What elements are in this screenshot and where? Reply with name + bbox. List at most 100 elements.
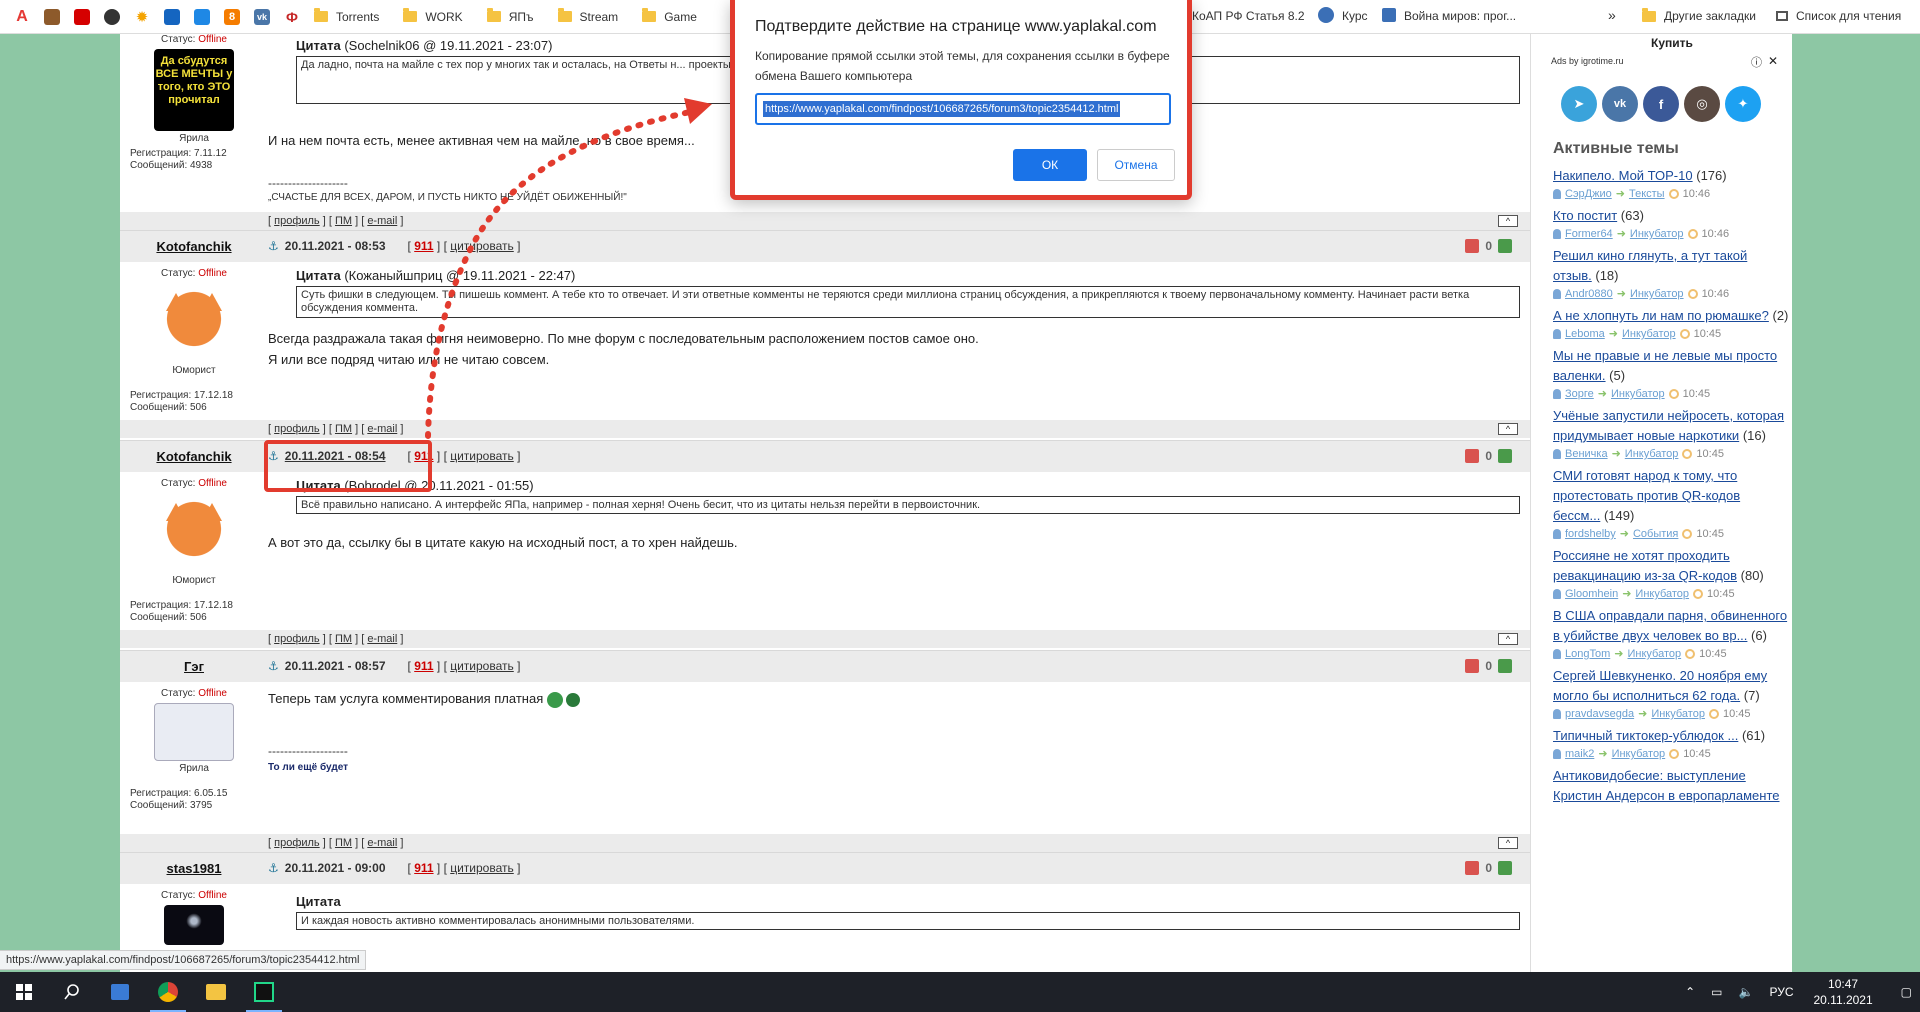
language-indicator[interactable]: РУС [1769,985,1793,999]
profile-link[interactable]: профиль [274,633,320,645]
topic-link[interactable]: Сергей Шевкуненко. 20 ноября ему могло б… [1553,668,1767,703]
topic-user[interactable]: Leboma [1565,326,1605,342]
network-icon[interactable]: ▭ [1711,985,1722,999]
bookmark-folder-game[interactable]: Game [642,8,697,24]
other-bookmarks[interactable]: Другие закладки [1642,7,1756,23]
search-icon[interactable] [48,972,96,1012]
scroll-top-button[interactable]: ^ [1498,215,1518,227]
topic-link[interactable]: Решил кино глянуть, а тут такой отзыв. [1553,248,1747,283]
chrome-icon[interactable] [144,972,192,1012]
topic-user[interactable]: Andr0880 [1565,286,1613,302]
topic-category[interactable]: Инкубатор [1635,586,1689,602]
post-number[interactable]: 911 [414,659,433,673]
topic-category[interactable]: Инкубатор [1630,286,1684,302]
topic-link[interactable]: Кто постит [1553,208,1617,223]
bookmark-course[interactable]: Курс [1342,9,1368,23]
anchor-icon[interactable]: ⚓ [268,239,279,253]
quote-link[interactable]: цитировать [450,861,514,875]
pm-link[interactable]: ПМ [335,215,352,227]
post-date[interactable]: 20.11.2021 - 09:00 [285,861,386,875]
topic-category[interactable]: События [1633,526,1678,542]
topic-user[interactable]: Веничка [1565,446,1608,462]
quote-link[interactable]: цитировать [450,449,514,463]
bookmark-folder-torrents[interactable]: Torrents [314,8,379,24]
rate-up-icon[interactable] [1498,449,1512,463]
quote-link[interactable]: цитировать [450,239,514,253]
topic-link[interactable]: А не хлопнуть ли нам по рюмашке? [1553,308,1769,323]
topic-user[interactable]: fordshelby [1565,526,1616,542]
topic-link[interactable]: СМИ готовят народ к тому, что протестова… [1553,468,1740,523]
more-bookmarks-button[interactable]: » [1608,7,1616,23]
topic-user[interactable]: pravdavsegda [1565,706,1634,722]
vk-icon[interactable]: vk [254,8,270,25]
quote-link[interactable]: цитировать [450,659,514,673]
bookmark-icon-3[interactable] [74,8,90,25]
topic-link[interactable]: Мы не правые и не левые мы просто валенк… [1553,348,1777,383]
chevron-up-icon[interactable]: ⌃ [1685,985,1695,999]
topic-category[interactable]: Инкубатор [1625,446,1679,462]
topic-category[interactable]: Инкубатор [1622,326,1676,342]
topic-link[interactable]: Россияне не хотят проходить ревакцинацию… [1553,548,1737,583]
author-name[interactable]: Kotofanchik [120,449,268,464]
post-date[interactable]: 20.11.2021 - 08:53 [285,239,386,253]
bookmark-icon-10[interactable]: Ф [284,9,300,25]
rate-down-icon[interactable] [1465,449,1480,463]
topic-user[interactable]: Зорге [1565,386,1594,402]
cancel-button[interactable]: Отмена [1097,149,1175,181]
bookmark-koap[interactable]: КоАП РФ Статья 8.2 [1192,9,1305,23]
author-name[interactable]: stas1981 [120,861,268,876]
topic-category[interactable]: Инкубатор [1611,386,1665,402]
rate-down-icon[interactable] [1465,861,1480,875]
vk-icon[interactable]: vk [1602,86,1638,122]
twitter-icon[interactable]: ✦ [1725,86,1761,122]
topic-category[interactable]: Инкубатор [1651,706,1705,722]
email-link[interactable]: e-mail [367,633,397,645]
post-number[interactable]: 911 [414,861,433,875]
topic-user[interactable]: LongTom [1565,646,1610,662]
anchor-icon[interactable]: ⚓ [268,659,279,673]
instagram-icon[interactable]: ◎ [1684,86,1720,122]
post-number[interactable]: 911 [414,239,433,253]
scroll-top-button[interactable]: ^ [1498,837,1518,849]
topic-category[interactable]: Тексты [1629,186,1665,202]
explorer-icon[interactable] [192,972,240,1012]
scroll-top-button[interactable]: ^ [1498,423,1518,435]
topic-category[interactable]: Инкубатор [1627,646,1681,662]
bookmark-war-of-worlds[interactable]: Война миров: прог... [1404,9,1516,23]
buy-button[interactable]: Купить [1651,36,1693,50]
topic-user[interactable]: maik2 [1565,746,1594,762]
author-name[interactable]: Гэг [120,659,268,674]
profile-link[interactable]: профиль [274,423,320,435]
bookmark-icon-7[interactable] [194,8,210,25]
bookmark-icon-5[interactable]: ✹ [134,9,150,26]
info-icon[interactable]: ⓘ [1751,54,1762,70]
pm-link[interactable]: ПМ [335,633,352,645]
author-name[interactable]: Kotofanchik [120,239,268,254]
topic-user[interactable]: СэрДжио [1565,186,1612,202]
email-link[interactable]: e-mail [367,837,397,849]
bookmark-folder-stream[interactable]: Stream [557,8,618,24]
bookmark-icon-2[interactable] [44,8,60,25]
topic-category[interactable]: Инкубатор [1612,746,1666,762]
rate-up-icon[interactable] [1498,239,1512,253]
bookmark-folder-yap[interactable]: ЯПъ [486,8,534,24]
scroll-top-button[interactable]: ^ [1498,633,1518,645]
clock[interactable]: 10:47 20.11.2021 [1813,976,1872,1008]
start-button[interactable] [0,972,48,1012]
post-date[interactable]: 20.11.2021 - 08:57 [285,659,386,673]
profile-link[interactable]: профиль [274,837,320,849]
topic-link[interactable]: Типичный тиктокер-ублюдок ... [1553,728,1738,743]
anchor-icon[interactable]: ⚓ [268,861,279,875]
profile-link[interactable]: профиль [274,215,320,227]
topic-user[interactable]: Gloomhein [1565,586,1618,602]
bookmark-folder-work[interactable]: WORK [403,8,463,24]
rate-down-icon[interactable] [1465,239,1480,253]
bookmark-icon-a[interactable]: A [14,8,30,25]
pm-link[interactable]: ПМ [335,837,352,849]
telegram-icon[interactable]: ➤ [1561,86,1597,122]
pycharm-icon[interactable] [240,972,288,1012]
reading-list[interactable]: Список для чтения [1776,9,1901,23]
topic-user[interactable]: Former64 [1565,226,1613,242]
bookmark-icon-6[interactable] [164,8,180,25]
rate-up-icon[interactable] [1498,861,1512,875]
